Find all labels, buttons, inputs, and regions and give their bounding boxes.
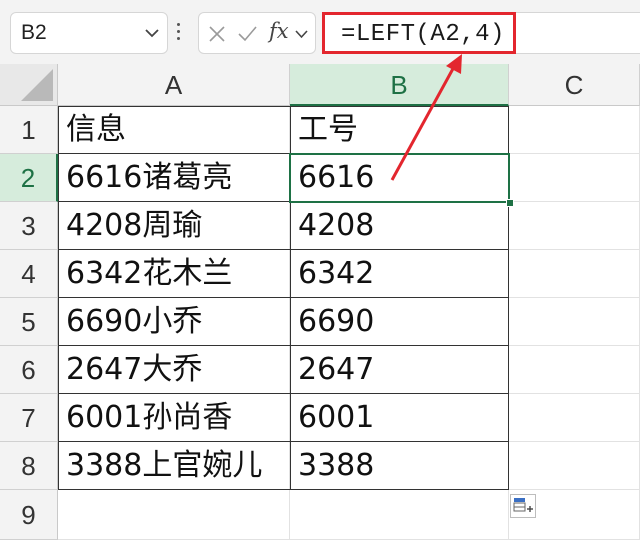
cell-c7[interactable] (509, 394, 640, 442)
cell-c3[interactable] (509, 202, 640, 250)
formula-controls: fx (198, 12, 316, 54)
cell-a8[interactable]: 3388上官婉儿 (58, 442, 290, 490)
row-header-4[interactable]: 4 (0, 250, 58, 298)
cell-c2[interactable] (509, 154, 640, 202)
row-header-7[interactable]: 7 (0, 394, 58, 442)
more-vertical-icon[interactable] (177, 23, 181, 43)
column-header-b[interactable]: B (290, 64, 509, 106)
row-header-2[interactable]: 2 (0, 154, 58, 202)
select-all-corner[interactable] (0, 64, 58, 106)
cell-b2[interactable]: 6616 (290, 154, 509, 202)
row-header-5[interactable]: 5 (0, 298, 58, 346)
row-header-9[interactable]: 9 (0, 490, 58, 540)
fx-icon[interactable]: fx (269, 19, 289, 43)
cell-c5[interactable] (509, 298, 640, 346)
cancel-x-icon[interactable] (207, 24, 227, 44)
cell-c1[interactable] (509, 106, 640, 154)
chevron-down-icon[interactable] (145, 29, 159, 38)
cell-b6[interactable]: 2647 (290, 346, 509, 394)
cell-b3[interactable]: 4208 (290, 202, 509, 250)
cell-a6[interactable]: 2647大乔 (58, 346, 290, 394)
formula-bar-area: B2 fx =LEFT(A2,4) (0, 0, 640, 64)
cell-a1[interactable]: 信息 (58, 106, 290, 154)
name-box[interactable]: B2 (10, 12, 168, 54)
cell-b7[interactable]: 6001 (290, 394, 509, 442)
spreadsheet-grid: A B C 1 2 3 4 5 6 7 8 9 信息 6616诸葛亮 4208周… (0, 64, 640, 540)
cell-b4[interactable]: 6342 (290, 250, 509, 298)
cell-b1[interactable]: 工号 (290, 106, 509, 154)
row-header-6[interactable]: 6 (0, 346, 58, 394)
cell-c4[interactable] (509, 250, 640, 298)
cell-a4[interactable]: 6342花木兰 (58, 250, 290, 298)
row-header-3[interactable]: 3 (0, 202, 58, 250)
column-header-c[interactable]: C (509, 64, 640, 106)
row-header-1[interactable]: 1 (0, 106, 58, 154)
cell-a9[interactable] (58, 490, 290, 540)
cell-b9[interactable] (290, 490, 509, 540)
cell-c8[interactable] (509, 442, 640, 490)
column-header-a[interactable]: A (58, 64, 290, 106)
cell-a3[interactable]: 4208周瑜 (58, 202, 290, 250)
paste-options-icon[interactable] (510, 494, 536, 518)
cell-a5[interactable]: 6690小乔 (58, 298, 290, 346)
formula-input[interactable]: =LEFT(A2,4) (322, 12, 516, 54)
formula-input-extension[interactable] (516, 12, 640, 54)
cell-a7[interactable]: 6001孙尚香 (58, 394, 290, 442)
cell-b8[interactable]: 3388 (290, 442, 509, 490)
chevron-down-icon[interactable] (295, 30, 308, 39)
confirm-check-icon[interactable] (237, 24, 257, 44)
cell-b5[interactable]: 6690 (290, 298, 509, 346)
row-header-8[interactable]: 8 (0, 442, 58, 490)
name-box-value: B2 (21, 21, 47, 44)
cell-a2[interactable]: 6616诸葛亮 (58, 154, 290, 202)
cell-c6[interactable] (509, 346, 640, 394)
formula-text: =LEFT(A2,4) (341, 21, 505, 48)
